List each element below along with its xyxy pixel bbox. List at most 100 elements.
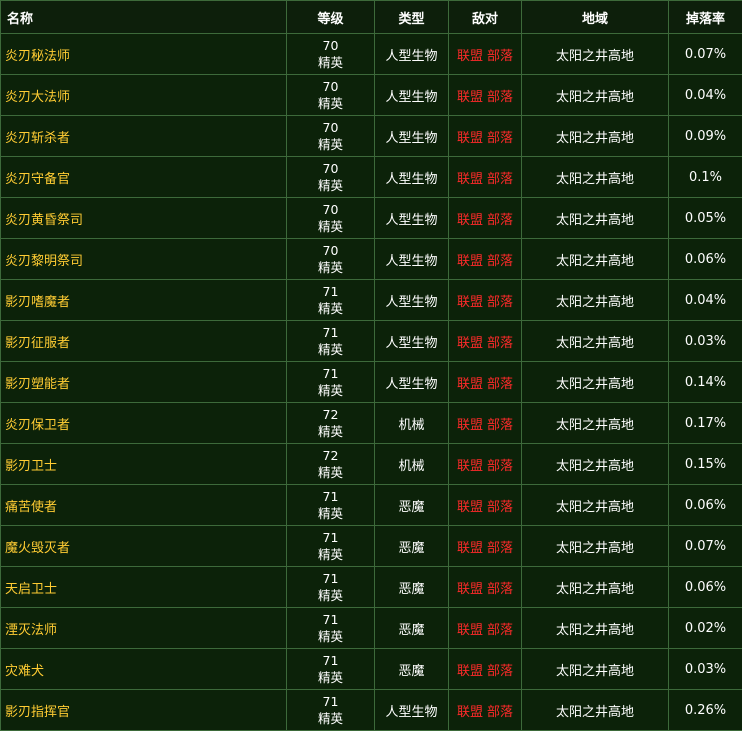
npc-drop-rate: 0.15%: [669, 444, 742, 485]
npc-zone-link[interactable]: 太阳之井高地: [522, 321, 669, 362]
npc-level: 70: [287, 78, 374, 95]
npc-type: 机械: [375, 444, 449, 485]
npc-drop-rate: 0.02%: [669, 608, 742, 649]
table-row: 炎刃守备官70精英人型生物联盟部落太阳之井高地0.1%: [1, 157, 742, 198]
npc-drop-rate: 0.17%: [669, 403, 742, 444]
npc-hostile-cell: 联盟部落: [449, 403, 522, 444]
npc-level: 71: [287, 488, 374, 505]
npc-name-link[interactable]: 影刃卫士: [1, 444, 287, 485]
npc-name-link[interactable]: 影刃嗜魔者: [1, 280, 287, 321]
npc-name-link[interactable]: 湮灭法师: [1, 608, 287, 649]
header-zone[interactable]: 地域: [522, 1, 669, 34]
npc-type: 机械: [375, 403, 449, 444]
hostile-alliance: 联盟: [457, 90, 483, 105]
npc-drop-rate: 0.1%: [669, 157, 742, 198]
npc-zone-link[interactable]: 太阳之井高地: [522, 34, 669, 75]
npc-type: 人型生物: [375, 198, 449, 239]
table-row: 炎刃秘法师70精英人型生物联盟部落太阳之井高地0.07%: [1, 34, 742, 75]
npc-name-link[interactable]: 炎刃秘法师: [1, 34, 287, 75]
npc-zone-link[interactable]: 太阳之井高地: [522, 444, 669, 485]
npc-zone-link[interactable]: 太阳之井高地: [522, 157, 669, 198]
npc-name-link[interactable]: 魔火毁灭者: [1, 526, 287, 567]
hostile-alliance: 联盟: [457, 377, 483, 392]
npc-name-link[interactable]: 影刃指挥官: [1, 690, 287, 731]
npc-type: 人型生物: [375, 321, 449, 362]
npc-rank: 精英: [287, 628, 374, 645]
npc-name-link[interactable]: 痛苦使者: [1, 485, 287, 526]
npc-name-link[interactable]: 炎刃大法师: [1, 75, 287, 116]
hostile-alliance: 联盟: [457, 336, 483, 351]
npc-zone-link[interactable]: 太阳之井高地: [522, 198, 669, 239]
header-level[interactable]: 等级: [287, 1, 375, 34]
npc-level-cell: 70精英: [287, 239, 375, 280]
npc-level-cell: 71精英: [287, 526, 375, 567]
hostile-alliance: 联盟: [457, 418, 483, 433]
npc-zone-link[interactable]: 太阳之井高地: [522, 649, 669, 690]
npc-name-link[interactable]: 炎刃斩杀者: [1, 116, 287, 157]
npc-name-link[interactable]: 炎刃黎明祭司: [1, 239, 287, 280]
hostile-horde: 部落: [487, 172, 513, 187]
npc-zone-link[interactable]: 太阳之井高地: [522, 403, 669, 444]
npc-name-link[interactable]: 灾难犬: [1, 649, 287, 690]
header-name[interactable]: 名称: [1, 1, 287, 34]
npc-zone-link[interactable]: 太阳之井高地: [522, 75, 669, 116]
hostile-horde: 部落: [487, 377, 513, 392]
table-row: 湮灭法师71精英恶魔联盟部落太阳之井高地0.02%: [1, 608, 742, 649]
npc-zone-link[interactable]: 太阳之井高地: [522, 526, 669, 567]
npc-drop-rate: 0.05%: [669, 198, 742, 239]
npc-hostile-cell: 联盟部落: [449, 239, 522, 280]
npc-name-link[interactable]: 影刃塑能者: [1, 362, 287, 403]
npc-drop-table: 名称 等级 类型 敌对 地域 掉落率 炎刃秘法师70精英人型生物联盟部落太阳之井…: [0, 0, 742, 731]
npc-drop-rate: 0.07%: [669, 34, 742, 75]
hostile-horde: 部落: [487, 582, 513, 597]
npc-name-link[interactable]: 炎刃保卫者: [1, 403, 287, 444]
npc-name-link[interactable]: 炎刃守备官: [1, 157, 287, 198]
npc-hostile-cell: 联盟部落: [449, 567, 522, 608]
npc-zone-link[interactable]: 太阳之井高地: [522, 239, 669, 280]
npc-level-cell: 70精英: [287, 34, 375, 75]
npc-hostile-cell: 联盟部落: [449, 75, 522, 116]
hostile-horde: 部落: [487, 254, 513, 269]
npc-level-cell: 70精英: [287, 198, 375, 239]
hostile-horde: 部落: [487, 336, 513, 351]
npc-hostile-cell: 联盟部落: [449, 444, 522, 485]
npc-name-link[interactable]: 影刃征服者: [1, 321, 287, 362]
npc-type: 恶魔: [375, 649, 449, 690]
hostile-alliance: 联盟: [457, 541, 483, 556]
hostile-horde: 部落: [487, 705, 513, 720]
table-row: 炎刃保卫者72精英机械联盟部落太阳之井高地0.17%: [1, 403, 742, 444]
npc-hostile-cell: 联盟部落: [449, 198, 522, 239]
npc-level: 70: [287, 37, 374, 54]
hostile-horde: 部落: [487, 541, 513, 556]
hostile-alliance: 联盟: [457, 623, 483, 638]
npc-rank: 精英: [287, 546, 374, 563]
table-row: 影刃指挥官71精英人型生物联盟部落太阳之井高地0.26%: [1, 690, 742, 731]
header-hostile[interactable]: 敌对: [449, 1, 522, 34]
npc-level-cell: 72精英: [287, 403, 375, 444]
npc-name-link[interactable]: 炎刃黄昏祭司: [1, 198, 287, 239]
table-row: 影刃嗜魔者71精英人型生物联盟部落太阳之井高地0.04%: [1, 280, 742, 321]
npc-drop-rate: 0.03%: [669, 649, 742, 690]
header-drop-rate[interactable]: 掉落率: [669, 1, 742, 34]
npc-zone-link[interactable]: 太阳之井高地: [522, 485, 669, 526]
npc-zone-link[interactable]: 太阳之井高地: [522, 280, 669, 321]
table-row: 痛苦使者71精英恶魔联盟部落太阳之井高地0.06%: [1, 485, 742, 526]
npc-level-cell: 71精英: [287, 567, 375, 608]
npc-level: 71: [287, 570, 374, 587]
npc-type: 人型生物: [375, 239, 449, 280]
header-type[interactable]: 类型: [375, 1, 449, 34]
npc-zone-link[interactable]: 太阳之井高地: [522, 116, 669, 157]
npc-level-cell: 70精英: [287, 75, 375, 116]
npc-type: 恶魔: [375, 485, 449, 526]
npc-hostile-cell: 联盟部落: [449, 34, 522, 75]
npc-zone-link[interactable]: 太阳之井高地: [522, 690, 669, 731]
npc-type: 恶魔: [375, 526, 449, 567]
npc-name-link[interactable]: 天启卫士: [1, 567, 287, 608]
npc-zone-link[interactable]: 太阳之井高地: [522, 362, 669, 403]
npc-zone-link[interactable]: 太阳之井高地: [522, 608, 669, 649]
npc-type: 人型生物: [375, 34, 449, 75]
npc-hostile-cell: 联盟部落: [449, 362, 522, 403]
npc-zone-link[interactable]: 太阳之井高地: [522, 567, 669, 608]
hostile-alliance: 联盟: [457, 254, 483, 269]
hostile-alliance: 联盟: [457, 459, 483, 474]
